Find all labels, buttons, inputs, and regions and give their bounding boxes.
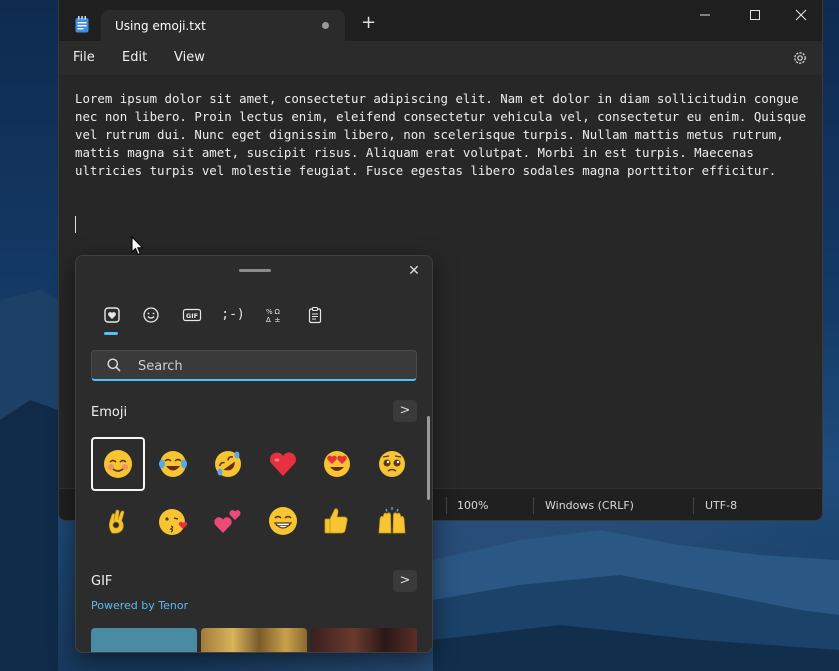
emoji-panel: ✕ GIF ;-) % Ω ∆ ± Search Emoji > GIF > P… [75, 255, 433, 653]
status-divider [693, 497, 694, 514]
minimize-button[interactable] [692, 7, 718, 23]
zoom-level[interactable]: 100% [457, 499, 488, 512]
svg-text:%: % [266, 308, 273, 316]
menu-file[interactable]: File [73, 50, 95, 65]
tab-emoji[interactable] [139, 303, 163, 327]
search-input[interactable] [136, 356, 400, 376]
tab-favorites[interactable] [100, 303, 124, 327]
gif-section-title: GIF [91, 574, 113, 589]
menu-bar: File Edit View [59, 41, 822, 75]
close-window-button[interactable] [788, 7, 814, 23]
gif-thumbnail[interactable] [311, 628, 417, 652]
search-icon [107, 358, 121, 372]
document-text[interactable]: Lorem ipsum dolor sit amet, consectetur … [75, 90, 810, 180]
mouse-pointer-icon [131, 236, 144, 256]
emoji-ok-hand[interactable] [91, 494, 145, 548]
settings-gear-icon[interactable] [792, 50, 808, 66]
thumbs-up-icon [324, 508, 348, 534]
emoji-section-more-button[interactable]: > [393, 400, 417, 422]
encoding[interactable]: UTF-8 [705, 499, 737, 512]
emoji-two-hearts[interactable] [201, 494, 255, 548]
emoji-search-box[interactable] [91, 350, 417, 381]
smiling-face-with-heart-eyes-icon [324, 451, 350, 477]
line-ending[interactable]: Windows (CRLF) [545, 499, 634, 512]
emoji-icon [143, 307, 159, 323]
status-divider [533, 497, 534, 514]
gif-icon: GIF [182, 308, 202, 322]
svg-text:±: ± [275, 316, 281, 324]
emoji-section-title: Emoji [91, 405, 128, 420]
emoji-face-blowing-a-kiss[interactable] [146, 494, 200, 548]
beaming-face-with-smiling-eyes-icon [269, 507, 297, 535]
favorites-icon [104, 307, 120, 323]
red-heart-icon [270, 452, 296, 476]
tab-title: Using emoji.txt [115, 19, 206, 33]
raising-hands-icon [378, 507, 406, 534]
panel-scrollbar[interactable] [427, 416, 430, 500]
emoji-smiling-face-with-heart-eyes[interactable] [310, 437, 364, 491]
text-caret [75, 216, 76, 233]
pleading-face-icon [379, 451, 405, 477]
emoji-pleading-face[interactable] [365, 437, 419, 491]
ok-hand-icon [108, 509, 125, 534]
status-divider [446, 497, 447, 514]
gif-thumbnail[interactable] [201, 628, 307, 652]
two-hearts-icon [214, 510, 241, 533]
svg-text:GIF: GIF [186, 312, 198, 320]
menu-edit[interactable]: Edit [122, 50, 147, 65]
notepad-app-icon [75, 16, 89, 33]
tab-clipboard[interactable] [303, 303, 327, 327]
emoji-beaming-face-with-smiling-eyes[interactable] [256, 494, 310, 548]
rolling-on-the-floor-laughing-icon [215, 451, 241, 477]
unsaved-indicator-icon[interactable] [322, 22, 329, 29]
new-tab-button[interactable]: + [361, 14, 376, 32]
face-blowing-a-kiss-icon [159, 509, 188, 535]
drag-handle[interactable] [239, 269, 271, 272]
face-with-tears-of-joy-icon [159, 451, 187, 477]
emoji-thumbs-up[interactable] [310, 494, 364, 548]
tab-using-emoji[interactable]: Using emoji.txt [101, 10, 345, 41]
svg-text:Ω: Ω [275, 308, 281, 316]
powered-by-tenor-link[interactable]: Powered by Tenor [91, 599, 188, 612]
active-tab-indicator [104, 332, 118, 335]
tab-gif[interactable]: GIF [180, 303, 204, 327]
smiling-face-with-smiling-eyes-icon [104, 450, 132, 478]
svg-text:∆: ∆ [265, 316, 271, 324]
close-panel-button[interactable]: ✕ [407, 264, 421, 278]
title-bar: Using emoji.txt + [59, 0, 822, 41]
maximize-button[interactable] [742, 7, 768, 23]
gif-thumbnail[interactable] [91, 628, 197, 652]
symbols-icon: % Ω ∆ ± [265, 308, 281, 324]
emoji-smiling-face-with-smiling-eyes[interactable] [91, 437, 145, 491]
gif-section-more-button[interactable]: > [393, 570, 417, 592]
emoji-face-with-tears-of-joy[interactable] [146, 437, 200, 491]
emoji-raising-hands[interactable] [365, 494, 419, 548]
tab-symbols[interactable]: % Ω ∆ ± [262, 303, 286, 327]
clipboard-icon [308, 306, 322, 324]
tab-kaomoji[interactable]: ;-) [221, 303, 245, 327]
emoji-red-heart[interactable] [256, 437, 310, 491]
emoji-rolling-on-the-floor-laughing[interactable] [201, 437, 255, 491]
menu-view[interactable]: View [174, 50, 205, 65]
